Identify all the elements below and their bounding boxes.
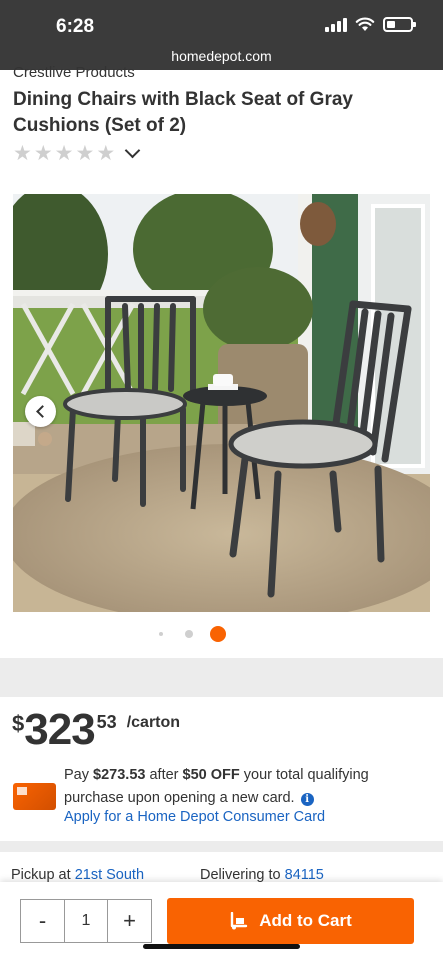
increment-button[interactable]: + xyxy=(108,900,151,942)
dolly-icon xyxy=(231,912,248,930)
price-currency: $ xyxy=(12,711,25,736)
card-offer-text: Pay $273.53 after $50 OFF your total qua… xyxy=(64,767,369,806)
star-icon: ★ xyxy=(96,142,116,165)
price-dollars: 323 xyxy=(24,705,95,754)
product-brand[interactable]: Crestlive Products xyxy=(13,64,135,81)
status-bar: 6:28 homedepot.com xyxy=(0,0,443,70)
product-image[interactable] xyxy=(13,194,430,612)
gallery-dot-active[interactable] xyxy=(210,626,226,642)
quantity-input[interactable]: 1 xyxy=(64,900,108,942)
battery-icon xyxy=(383,17,416,32)
price-card: $ 323 53 /carton Pay $273.53 after $50 O… xyxy=(0,697,443,841)
price-unit: /carton xyxy=(126,714,181,731)
home-indicator[interactable] xyxy=(143,944,300,949)
pickup-store-link[interactable]: 21st South xyxy=(75,867,144,883)
quantity-stepper: - 1 + xyxy=(20,899,152,943)
delivery-zip-link[interactable]: 84115 xyxy=(285,867,324,883)
previous-image-button[interactable] xyxy=(25,396,56,427)
cellular-signal-icon xyxy=(325,17,347,32)
product-header: Crestlive Products Dining Chairs with Bl… xyxy=(0,64,443,184)
status-time: 6:28 xyxy=(56,16,95,37)
decrement-button[interactable]: - xyxy=(21,900,64,942)
rating-stars[interactable]: ★ ★ ★ ★ ★ xyxy=(13,142,141,165)
star-icon: ★ xyxy=(75,142,95,165)
gallery-dot[interactable] xyxy=(185,630,193,638)
credit-card-image xyxy=(13,783,56,810)
star-icon: ★ xyxy=(33,142,53,165)
chevron-down-icon[interactable] xyxy=(124,142,141,159)
star-icon: ★ xyxy=(13,142,32,165)
chevron-left-icon xyxy=(36,405,49,418)
delivery-option: Delivering to 84115 xyxy=(200,867,324,883)
url-bar[interactable]: homedepot.com xyxy=(0,48,443,64)
product-title: Dining Chairs with Black Seat of Gray Cu… xyxy=(13,89,353,136)
gallery-dots xyxy=(0,625,443,643)
add-to-cart-label: Add to Cart xyxy=(259,911,352,930)
add-to-cart-button[interactable]: Add to Cart xyxy=(167,898,414,944)
product-gallery xyxy=(0,184,443,658)
price-cents: 53 xyxy=(96,712,117,732)
apply-card-link[interactable]: Apply for a Home Depot Consumer Card xyxy=(64,809,325,825)
wifi-icon xyxy=(355,17,375,31)
gallery-dot[interactable] xyxy=(159,632,163,636)
info-icon[interactable]: i xyxy=(300,793,314,806)
pickup-option: Pickup at 21st South xyxy=(11,867,145,883)
status-icons xyxy=(325,17,416,32)
star-icon: ★ xyxy=(54,142,74,165)
price: $ 323 53 /carton xyxy=(12,705,180,755)
